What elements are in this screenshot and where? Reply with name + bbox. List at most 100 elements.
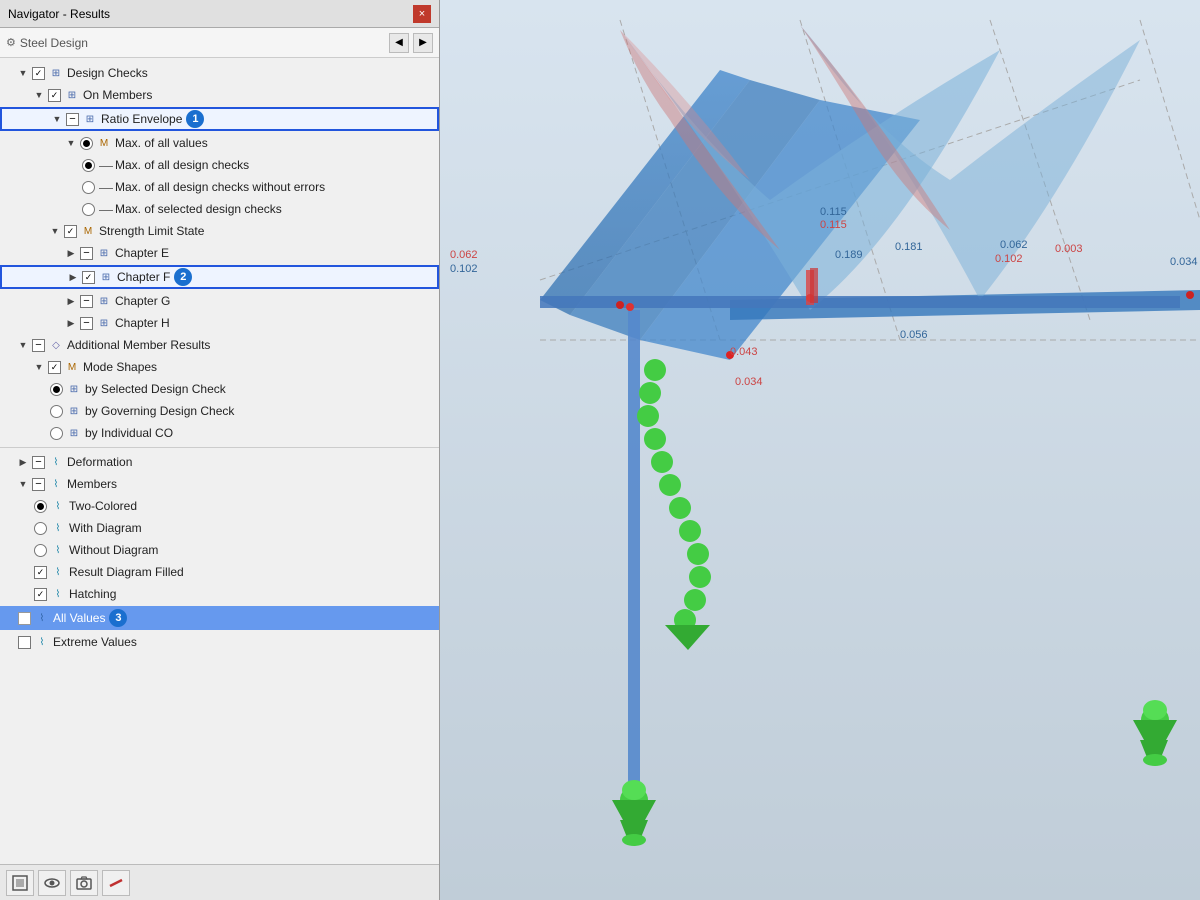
close-button[interactable]: ×: [413, 5, 431, 23]
tree-item-by-selected-dc[interactable]: ⊞ by Selected Design Check: [0, 378, 439, 400]
tree-item-deformation[interactable]: ▶ ⌇ Deformation: [0, 451, 439, 473]
label-chapter-e: Chapter E: [115, 246, 169, 260]
svg-text:0.062: 0.062: [1000, 239, 1028, 251]
radio-max-no-err[interactable]: [82, 181, 95, 194]
checkbox-additional[interactable]: [32, 339, 45, 352]
tree-item-chapter-h[interactable]: ▶ ⊞ Chapter H: [0, 312, 439, 334]
expand-members[interactable]: ▼: [16, 477, 30, 491]
icon-members: ⌇: [48, 476, 64, 492]
tree-item-hatching[interactable]: ⌇ Hatching: [0, 583, 439, 605]
checkbox-deformation[interactable]: [32, 456, 45, 469]
radio-by-governing-dc[interactable]: [50, 405, 63, 418]
svg-text:0.102: 0.102: [995, 253, 1023, 265]
checkbox-hatching[interactable]: [34, 588, 47, 601]
tree-item-two-colored[interactable]: ⌇ Two-Colored: [0, 495, 439, 517]
expand-deformation[interactable]: ▶: [16, 455, 30, 469]
label-without-diagram: Without Diagram: [69, 543, 158, 557]
checkbox-chapter-g[interactable]: [80, 295, 93, 308]
expand-chapter-h[interactable]: ▶: [64, 316, 78, 330]
icon-deformation: ⌇: [48, 454, 64, 470]
expand-additional[interactable]: ▼: [16, 338, 30, 352]
icon-hatching: ⌇: [50, 586, 66, 602]
checkbox-ratio-envelope[interactable]: [66, 113, 79, 126]
radio-max-selected[interactable]: [82, 203, 95, 216]
tree-item-without-diagram[interactable]: ⌇ Without Diagram: [0, 539, 439, 561]
expand-ratio-envelope[interactable]: ▼: [50, 112, 64, 126]
forward-button[interactable]: ▶: [413, 33, 433, 53]
line-button[interactable]: [102, 870, 130, 896]
svg-text:0.056: 0.056: [900, 329, 928, 341]
tree-item-max-all-dc[interactable]: — Max. of all design checks: [0, 154, 439, 176]
tree-item-max-all-values[interactable]: ▼ M Max. of all values: [0, 132, 439, 154]
tree-item-strength-limit[interactable]: ▼ M Strength Limit State: [0, 220, 439, 242]
checkbox-chapter-f[interactable]: [82, 271, 95, 284]
label-max-all-values: Max. of all values: [115, 136, 208, 150]
tree-item-chapter-e[interactable]: ▶ ⊞ Chapter E: [0, 242, 439, 264]
icon-strength: M: [80, 223, 96, 239]
tree-item-max-all-dc-no-err[interactable]: — Max. of all design checks without erro…: [0, 176, 439, 198]
tree-item-chapter-g[interactable]: ▶ ⊞ Chapter G: [0, 290, 439, 312]
back-button[interactable]: ◀: [389, 33, 409, 53]
icon-mode-shapes: M: [64, 359, 80, 375]
tree-item-with-diagram[interactable]: ⌇ With Diagram: [0, 517, 439, 539]
checkbox-mode-shapes[interactable]: [48, 361, 61, 374]
tree-item-all-values[interactable]: ⌇ All Values 3: [0, 606, 439, 630]
checkbox-all-values[interactable]: [18, 612, 31, 625]
navigator-panel: Navigator - Results × ⚙ Steel Design ◀ ▶…: [0, 0, 440, 900]
label-max-all-dc: Max. of all design checks: [115, 158, 249, 172]
svg-text:0.034: 0.034: [735, 376, 763, 388]
icon-two-colored: ⌇: [50, 498, 66, 514]
tree-item-result-diagram-filled[interactable]: ⌇ Result Diagram Filled: [0, 561, 439, 583]
tree-item-ratio-envelope[interactable]: ▼ ⊞ Ratio Envelope 1: [0, 107, 439, 131]
checkbox-members[interactable]: [32, 478, 45, 491]
camera-button[interactable]: [70, 870, 98, 896]
svg-text:0.115: 0.115: [820, 219, 847, 231]
label-all-values: All Values: [53, 611, 105, 625]
radio-with-diagram[interactable]: [34, 522, 47, 535]
tree-item-on-members[interactable]: ▼ ⊞ On Members: [0, 84, 439, 106]
tree-item-by-individual-co[interactable]: ⊞ by Individual CO: [0, 422, 439, 444]
radio-max-all-dc[interactable]: [82, 159, 95, 172]
radio-two-colored[interactable]: [34, 500, 47, 513]
checkbox-chapter-e[interactable]: [80, 247, 93, 260]
badge-2: 2: [174, 268, 192, 286]
radio-by-individual-co[interactable]: [50, 427, 63, 440]
expand-on-members[interactable]: ▼: [32, 88, 46, 102]
icon-design-checks: ⊞: [48, 65, 64, 81]
svg-text:0.034: 0.034: [1170, 256, 1198, 268]
expand-strength[interactable]: ▼: [48, 224, 62, 238]
svg-text:0.062: 0.062: [450, 249, 478, 261]
expand-chapter-e[interactable]: ▶: [64, 246, 78, 260]
tree-item-by-governing-dc[interactable]: ⊞ by Governing Design Check: [0, 400, 439, 422]
expand-design-checks[interactable]: ▼: [16, 66, 30, 80]
svg-text:0.102: 0.102: [450, 263, 478, 275]
expand-chapter-g[interactable]: ▶: [64, 294, 78, 308]
expand-chapter-f[interactable]: ▶: [66, 270, 80, 284]
checkbox-extreme-values[interactable]: [18, 636, 31, 649]
tree-item-chapter-f[interactable]: ▶ ⊞ Chapter F 2: [0, 265, 439, 289]
label-by-selected-dc: by Selected Design Check: [85, 382, 226, 396]
radio-max-all-values[interactable]: [80, 137, 93, 150]
tree-item-mode-shapes[interactable]: ▼ M Mode Shapes: [0, 356, 439, 378]
tree-item-additional[interactable]: ▼ ◇ Additional Member Results: [0, 334, 439, 356]
checkbox-design-checks[interactable]: [32, 67, 45, 80]
checkbox-result-filled[interactable]: [34, 566, 47, 579]
icon-with-diagram: ⌇: [50, 520, 66, 536]
checkbox-chapter-h[interactable]: [80, 317, 93, 330]
eye-button[interactable]: [38, 870, 66, 896]
module-label: Steel Design: [20, 36, 385, 50]
expand-max-all[interactable]: ▼: [64, 136, 78, 150]
expand-mode-shapes[interactable]: ▼: [32, 360, 46, 374]
radio-without-diagram[interactable]: [34, 544, 47, 557]
checkbox-on-members[interactable]: [48, 89, 61, 102]
radio-by-selected-dc[interactable]: [50, 383, 63, 396]
label-with-diagram: With Diagram: [69, 521, 142, 535]
tree-item-extreme-values[interactable]: ⌇ Extreme Values: [0, 631, 439, 653]
tree-item-design-checks[interactable]: ▼ ⊞ Design Checks: [0, 62, 439, 84]
view-button[interactable]: [6, 870, 34, 896]
tree-item-max-selected[interactable]: — Max. of selected design checks: [0, 198, 439, 220]
label-hatching: Hatching: [69, 587, 116, 601]
tree-item-members[interactable]: ▼ ⌇ Members: [0, 473, 439, 495]
label-by-individual-co: by Individual CO: [85, 426, 173, 440]
checkbox-strength[interactable]: [64, 225, 77, 238]
